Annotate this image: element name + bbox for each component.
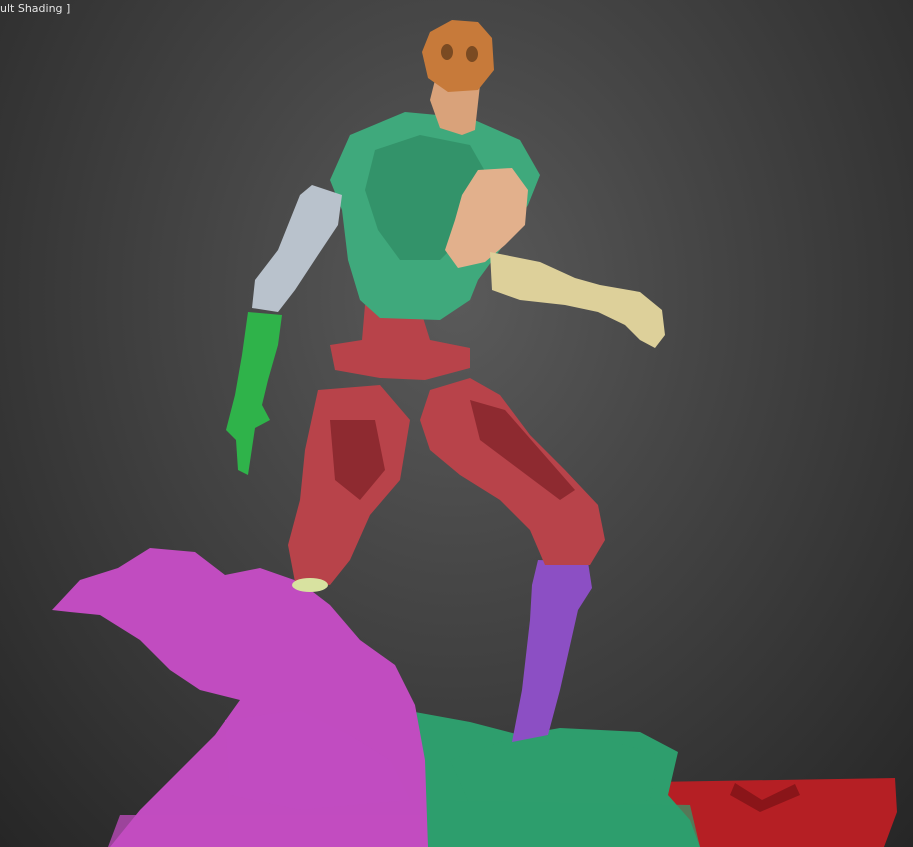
left-hand-mesh[interactable]	[490, 252, 665, 348]
head-mesh[interactable]	[422, 20, 494, 92]
viewport[interactable]: ult Shading ]	[0, 0, 913, 847]
scene-canvas[interactable]	[0, 0, 913, 847]
right-hand-mesh[interactable]	[226, 312, 282, 475]
right-shin-mesh[interactable]	[512, 560, 592, 742]
right-upper-arm-mesh[interactable]	[252, 185, 342, 312]
left-leg-mesh[interactable]	[288, 385, 410, 592]
left-rock-mesh[interactable]	[52, 548, 428, 847]
right-leg-mesh[interactable]	[420, 378, 605, 565]
right-rock-mesh[interactable]	[410, 712, 700, 847]
viewport-shading-label[interactable]: ult Shading ]	[0, 2, 70, 15]
